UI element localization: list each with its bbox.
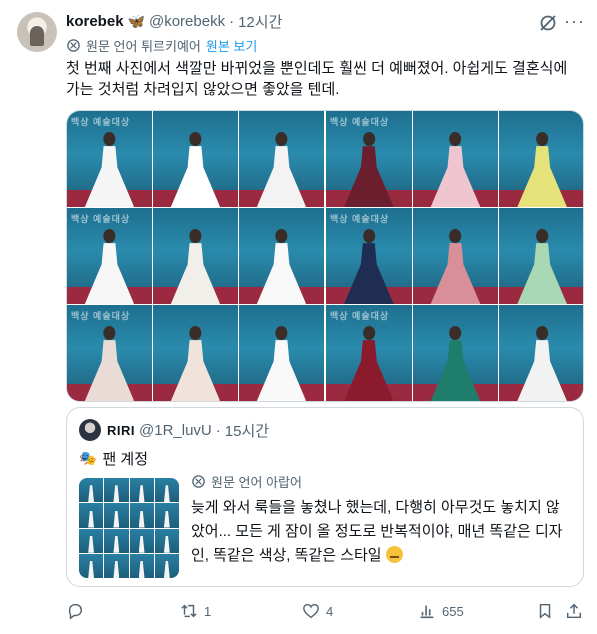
fan-account-text: 팬 계정 bbox=[102, 451, 149, 468]
gown-figure bbox=[430, 229, 481, 304]
collage-photo bbox=[153, 111, 238, 207]
collage-photo: 백상 예술대상 bbox=[326, 305, 412, 401]
gown-figure bbox=[84, 132, 135, 207]
collage-photo: 백상 예술대상 bbox=[326, 208, 412, 304]
quoted-author-handle: @1R_luvU bbox=[139, 422, 212, 439]
quoted-media-thumbnail[interactable] bbox=[79, 478, 179, 578]
quoted-tweet-header: RIRI @1R_luvU · 15시간 bbox=[107, 420, 269, 441]
collage-photo bbox=[239, 208, 324, 304]
quoted-translation-label: 원문 언어 아랍어 bbox=[211, 475, 302, 490]
reply-button[interactable] bbox=[66, 598, 84, 624]
retweet-button[interactable]: 1 bbox=[180, 598, 211, 624]
collage-photo bbox=[153, 208, 238, 304]
gown-figure bbox=[343, 132, 394, 207]
quoted-tweet-text: 늦게 와서 룩들을 놓쳤나 했는데, 다행히 아무것도 놓치지 않았어... 모… bbox=[191, 496, 573, 568]
tweet-actions: 1 4 655 bbox=[66, 598, 584, 624]
more-options-icon[interactable]: ··· bbox=[564, 12, 584, 33]
collage-photo bbox=[239, 305, 324, 401]
separator-dot: · bbox=[229, 12, 235, 30]
collage-photo: 백상 예술대상 bbox=[67, 305, 152, 401]
collage-photo: 백상 예술대상 bbox=[67, 208, 152, 304]
collage-photo bbox=[153, 305, 238, 401]
gown-figure bbox=[256, 132, 307, 207]
gown-figure bbox=[430, 326, 481, 401]
tweet-text: 첫 번째 사진에서 색깔만 바뀌었을 뿐인데도 훨씬 더 예뻐졌어. 아쉽게도 … bbox=[66, 60, 568, 98]
quoted-author-name: RIRI bbox=[107, 423, 135, 438]
author-avatar[interactable] bbox=[17, 12, 57, 52]
fan-account-label: 🎭 팬 계정 bbox=[79, 448, 148, 469]
author-name[interactable]: korebek bbox=[66, 13, 124, 30]
bookmark-button[interactable] bbox=[536, 598, 554, 624]
grok-icon[interactable] bbox=[538, 13, 558, 33]
event-watermark: 백상 예술대상 bbox=[330, 214, 390, 224]
gown-figure bbox=[517, 326, 567, 401]
butterfly-icon: 🦋 bbox=[127, 12, 145, 29]
gown-figure bbox=[256, 326, 307, 401]
theater-mask-icon: 🎭 bbox=[79, 450, 97, 466]
translation-source-label: 원문 언어 튀르키예어 bbox=[86, 39, 201, 54]
collage-photo: 백상 예술대상 bbox=[67, 111, 152, 207]
retweet-icon bbox=[181, 604, 197, 618]
collage-photo bbox=[412, 111, 499, 207]
collage-photo bbox=[499, 305, 583, 401]
gown-figure bbox=[517, 229, 567, 304]
event-watermark: 백상 예술대상 bbox=[330, 117, 390, 127]
translation-notice: 원문 언어 튀르키예어 원본 보기 bbox=[66, 36, 257, 55]
author-handle[interactable]: @korebekk bbox=[149, 13, 225, 30]
gown-figure bbox=[430, 132, 481, 207]
quoted-author-avatar[interactable] bbox=[79, 419, 101, 441]
share-icon bbox=[566, 603, 582, 619]
collage-photo bbox=[499, 208, 583, 304]
collage-photo bbox=[412, 305, 499, 401]
gown-figure bbox=[84, 229, 135, 304]
tweet-header: korebek 🦋 @korebekk · 12시간 bbox=[66, 10, 282, 32]
heart-icon bbox=[303, 603, 319, 619]
views-button[interactable]: 655 bbox=[418, 598, 464, 624]
gown-figure bbox=[343, 229, 394, 304]
quoted-tweet-time: 15시간 bbox=[224, 423, 270, 440]
analytics-icon bbox=[420, 605, 434, 619]
bookmark-icon bbox=[539, 603, 551, 619]
collage-photo bbox=[499, 111, 583, 207]
collage-photo bbox=[239, 111, 324, 207]
quoted-tweet-body: 늦게 와서 룩들을 놓쳤나 했는데, 다행히 아무것도 놓치지 않았어... 모… bbox=[191, 499, 563, 564]
event-watermark: 백상 예술대상 bbox=[71, 311, 131, 321]
collage-photo: 백상 예술대상 bbox=[326, 111, 412, 207]
expressionless-face-emoji bbox=[385, 546, 403, 563]
tweet-media[interactable]: 백상 예술대상 백상 예술대상 백상 예술대상 백상 예술대상 백상 예술대상 백상 예… bbox=[66, 110, 584, 402]
gown-figure bbox=[343, 326, 394, 401]
quoted-tweet[interactable]: RIRI @1R_luvU · 15시간 🎭 팬 계정 원문 언어 아랍어 늦게… bbox=[66, 407, 584, 587]
event-watermark: 백상 예술대상 bbox=[71, 117, 131, 127]
media-image-left[interactable]: 백상 예술대상 백상 예술대상 백상 예술대상 bbox=[67, 111, 324, 401]
quoted-translation-notice: 원문 언어 아랍어 bbox=[191, 472, 302, 491]
media-image-right[interactable]: 백상 예술대상 백상 예술대상 백상 예술대상 bbox=[326, 111, 583, 401]
event-watermark: 백상 예술대상 bbox=[71, 214, 131, 224]
tweet-time[interactable]: 12시간 bbox=[238, 11, 282, 32]
translate-icon bbox=[67, 39, 80, 52]
gown-figure bbox=[517, 132, 567, 207]
like-button[interactable]: 4 bbox=[302, 598, 333, 624]
retweet-count: 1 bbox=[204, 603, 212, 619]
share-button[interactable] bbox=[565, 598, 583, 624]
show-original-link[interactable]: 원본 보기 bbox=[206, 36, 257, 55]
like-count: 4 bbox=[326, 603, 334, 619]
view-count: 655 bbox=[442, 603, 464, 619]
gown-figure bbox=[256, 229, 307, 304]
separator-dot: · bbox=[215, 422, 221, 439]
translate-icon bbox=[192, 475, 205, 488]
gown-figure bbox=[170, 326, 221, 401]
gown-figure bbox=[170, 132, 221, 207]
collage-photo bbox=[412, 208, 499, 304]
event-watermark: 백상 예술대상 bbox=[330, 311, 390, 321]
gown-figure bbox=[170, 229, 221, 304]
gown-figure bbox=[84, 326, 135, 401]
reply-icon bbox=[68, 603, 83, 620]
